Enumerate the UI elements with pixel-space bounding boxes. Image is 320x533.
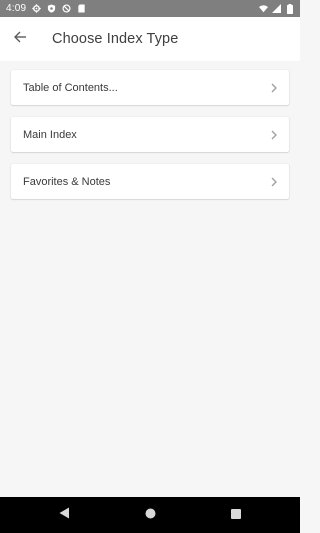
list-item-main-index[interactable]: Main Index xyxy=(11,117,289,152)
arrow-left-icon xyxy=(13,30,27,49)
list-item-favorites-notes[interactable]: Favorites & Notes xyxy=(11,164,289,199)
list-item-table-of-contents[interactable]: Table of Contents... xyxy=(11,70,289,105)
page-title: Choose Index Type xyxy=(52,31,179,47)
wifi-icon xyxy=(259,4,268,13)
shield-icon xyxy=(47,4,56,13)
back-triangle-icon xyxy=(59,506,70,524)
index-type-list: Table of Contents... Main Index Favorite… xyxy=(11,70,289,211)
app-bar: Choose Index Type xyxy=(0,17,300,61)
nav-back-button[interactable] xyxy=(44,497,84,533)
status-right xyxy=(259,3,294,14)
chevron-right-icon xyxy=(269,130,279,140)
chevron-right-icon xyxy=(269,177,279,187)
back-button[interactable] xyxy=(0,17,40,61)
status-left: 4:09 xyxy=(6,3,86,14)
status-bar: 4:09 xyxy=(0,0,300,17)
nav-home-button[interactable] xyxy=(130,497,170,533)
home-circle-icon xyxy=(145,506,156,524)
nav-recents-button[interactable] xyxy=(216,497,256,533)
signal-icon xyxy=(272,4,281,13)
list-item-label: Table of Contents... xyxy=(23,81,118,94)
sd-card-icon xyxy=(77,4,86,13)
list-item-label: Main Index xyxy=(23,128,77,141)
system-nav-bar xyxy=(0,497,300,533)
circle-slash-icon xyxy=(62,4,71,13)
gear-icon xyxy=(32,4,41,13)
battery-icon xyxy=(285,3,294,14)
list-item-label: Favorites & Notes xyxy=(23,175,111,188)
status-time: 4:09 xyxy=(6,3,27,14)
recents-square-icon xyxy=(231,506,241,524)
chevron-right-icon xyxy=(269,83,279,93)
